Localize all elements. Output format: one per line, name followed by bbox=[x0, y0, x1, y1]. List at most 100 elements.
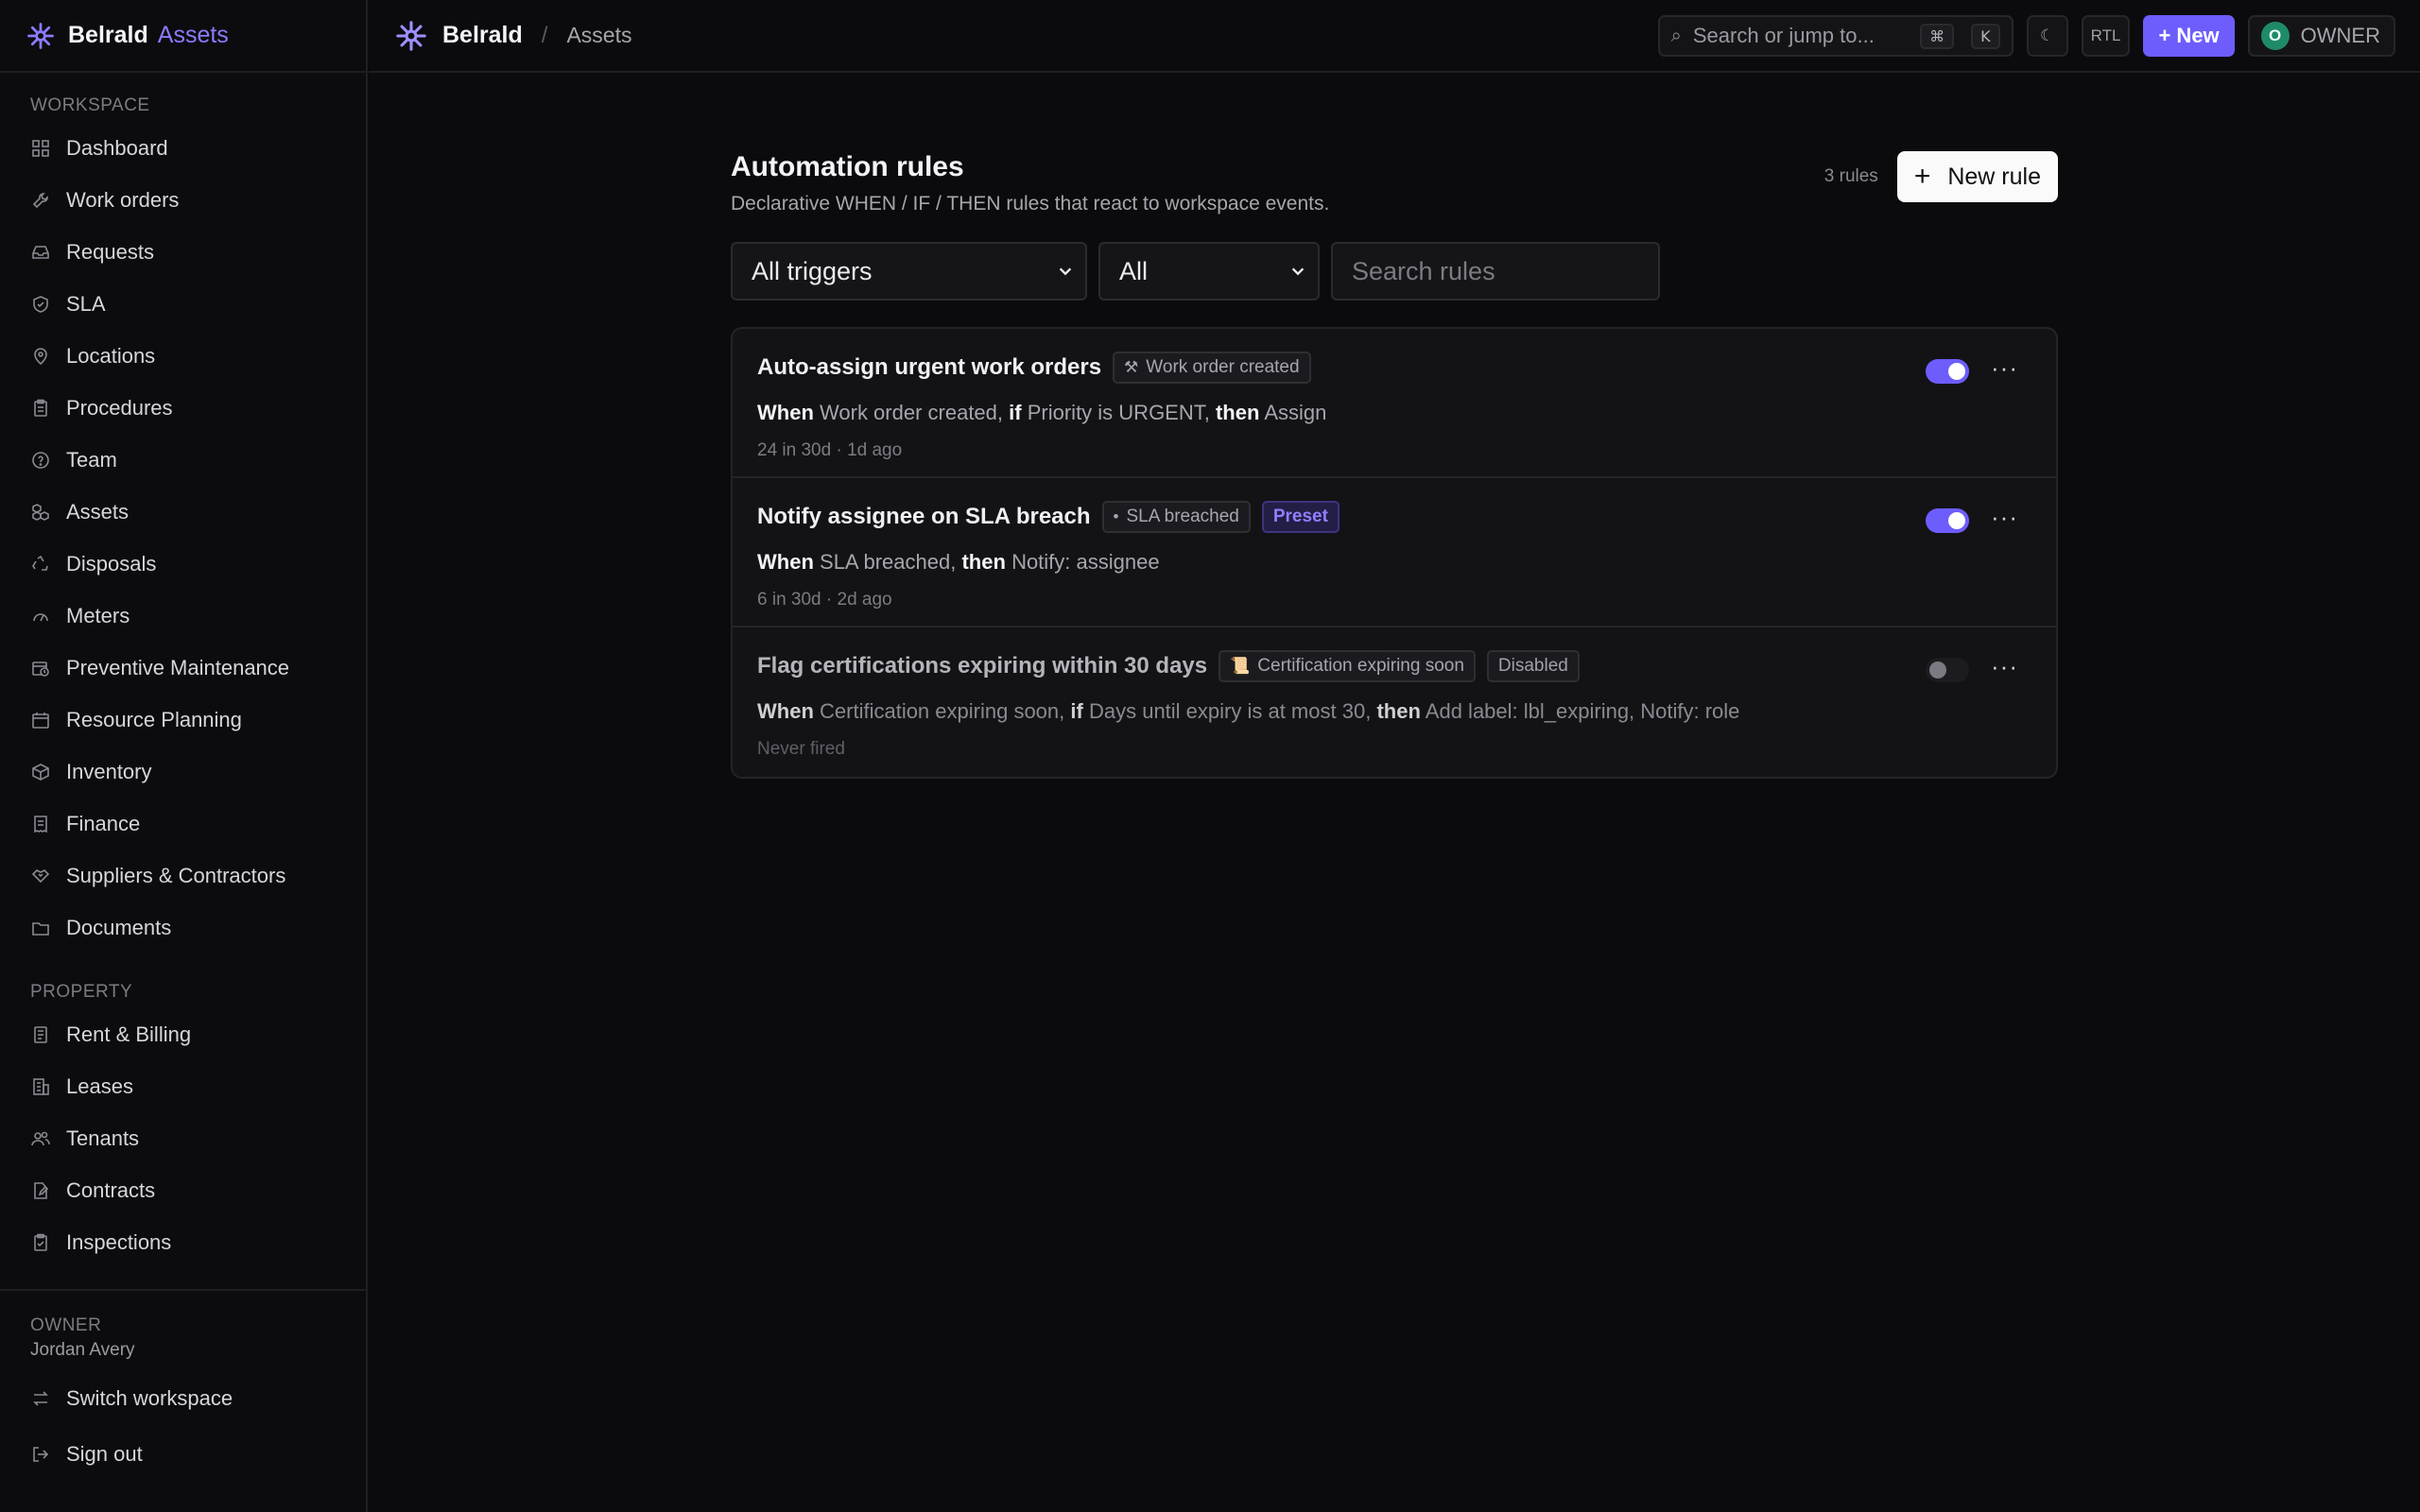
more-options-icon[interactable]: ··· bbox=[1991, 505, 2018, 529]
rule-enabled-toggle[interactable] bbox=[1926, 359, 1969, 384]
when-keyword: When bbox=[757, 401, 814, 424]
sidebar-item-team[interactable]: Team bbox=[0, 434, 366, 486]
breadcrumb-separator: / bbox=[541, 22, 548, 48]
sidebar-item-label: Leases bbox=[66, 1074, 133, 1098]
rule-description: When SLA breached, then Notify: assignee bbox=[757, 550, 2031, 575]
breadcrumb: Belrald / Assets bbox=[395, 20, 631, 52]
status-filter-value: All bbox=[1119, 256, 1149, 285]
user-name: Jordan Avery bbox=[30, 1340, 135, 1360]
sidebar-item-requests[interactable]: Requests bbox=[0, 226, 366, 278]
recycle-icon bbox=[30, 554, 51, 575]
sidebar-item-work-orders[interactable]: Work orders bbox=[0, 174, 366, 226]
then-keyword: then bbox=[961, 550, 1006, 574]
current-user: OWNER Jordan Avery bbox=[0, 1315, 366, 1361]
when-keyword: When bbox=[757, 550, 814, 574]
sidebar-item-sla[interactable]: SLA bbox=[0, 278, 366, 330]
sidebar-item-label: Meters bbox=[66, 603, 130, 627]
avatar: O bbox=[2260, 22, 2290, 50]
clipboard-check-icon bbox=[30, 1232, 51, 1253]
sidebar-item-inventory[interactable]: Inventory bbox=[0, 746, 366, 798]
trigger-label: Certification expiring soon bbox=[1257, 656, 1464, 676]
rule-stats: Never fired bbox=[757, 739, 845, 759]
sidebar-item-label: Contracts bbox=[66, 1177, 156, 1202]
rule-name[interactable]: Notify assignee on SLA breach bbox=[757, 504, 1091, 530]
sidebar-item-preventive-maintenance[interactable]: Preventive Maintenance bbox=[0, 642, 366, 694]
sidebar-item-disposals[interactable]: Disposals bbox=[0, 538, 366, 590]
sidebar-item-meters[interactable]: Meters bbox=[0, 590, 366, 642]
rule-enabled-toggle[interactable] bbox=[1926, 658, 1969, 682]
workspace-nav: Dashboard Work orders Requests SLA Locat… bbox=[0, 122, 366, 954]
status-filter-select[interactable]: All bbox=[1098, 242, 1320, 301]
rule-row[interactable]: Flag certifications expiring within 30 d… bbox=[733, 627, 2056, 777]
sidebar-item-dashboard[interactable]: Dashboard bbox=[0, 122, 366, 174]
sidebar-item-label: Requests bbox=[66, 239, 154, 264]
rule-name[interactable]: Auto-assign urgent work orders bbox=[757, 354, 1101, 381]
log-out-icon bbox=[30, 1444, 51, 1465]
sign-out-button[interactable]: Sign out bbox=[0, 1428, 366, 1480]
global-search[interactable]: ⌕ Search or jump to... ⌘ K bbox=[1657, 15, 2014, 57]
if-keyword: if bbox=[1070, 699, 1083, 723]
sidebar-item-procedures[interactable]: Procedures bbox=[0, 382, 366, 434]
switch-workspace-button[interactable]: Switch workspace bbox=[0, 1372, 366, 1424]
sidebar-item-rent-billing[interactable]: Rent & Billing bbox=[0, 1008, 366, 1060]
receipt-icon bbox=[30, 814, 51, 834]
sign-out-label: Sign out bbox=[66, 1441, 143, 1466]
rule-enabled-toggle[interactable] bbox=[1926, 508, 1969, 533]
wrench-icon bbox=[30, 190, 51, 211]
more-options-icon[interactable]: ··· bbox=[1991, 654, 2018, 679]
new-rule-button[interactable]: + New rule bbox=[1896, 151, 2058, 202]
kbd-k: K bbox=[1971, 23, 2000, 49]
sidebar-item-documents[interactable]: Documents bbox=[0, 902, 366, 954]
building-icon bbox=[30, 1076, 51, 1097]
then-text: Assign bbox=[1264, 401, 1327, 424]
folder-icon bbox=[30, 918, 51, 938]
sidebar-item-contracts[interactable]: Contracts bbox=[0, 1164, 366, 1216]
rule-row[interactable]: Notify assignee on SLA breach • SLA brea… bbox=[733, 478, 2056, 627]
section-label-property: PROPERTY bbox=[30, 982, 133, 1002]
sidebar-item-tenants[interactable]: Tenants bbox=[0, 1112, 366, 1164]
sidebar-item-locations[interactable]: Locations bbox=[0, 330, 366, 382]
gauge-icon bbox=[30, 606, 51, 627]
rule-name[interactable]: Flag certifications expiring within 30 d… bbox=[757, 653, 1207, 679]
new-button[interactable]: + New bbox=[2143, 15, 2235, 57]
inbox-icon bbox=[30, 242, 51, 263]
sidebar-item-inspections[interactable]: Inspections bbox=[0, 1216, 366, 1268]
sidebar-item-assets[interactable]: Assets bbox=[0, 486, 366, 538]
hammer-icon: ⚒ bbox=[1124, 358, 1139, 376]
page-subtitle: Declarative WHEN / IF / THEN rules that … bbox=[731, 193, 1330, 215]
trigger-chip: ⚒ Work order created bbox=[1113, 352, 1311, 384]
header-actions: 3 rules + New rule bbox=[1824, 151, 2058, 202]
topbar-actions: ⌕ Search or jump to... ⌘ K ☾ RTL + New O… bbox=[1657, 15, 2395, 57]
package-icon bbox=[30, 762, 51, 782]
sidebar-item-label: Work orders bbox=[66, 187, 180, 212]
users-icon bbox=[30, 1128, 51, 1149]
breadcrumb-org[interactable]: Belrald bbox=[442, 22, 523, 49]
account-menu-button[interactable]: O OWNER bbox=[2247, 15, 2395, 57]
then-keyword: then bbox=[1376, 699, 1421, 723]
kbd-cmd: ⌘ bbox=[1920, 23, 1955, 49]
disabled-badge: Disabled bbox=[1486, 650, 1580, 682]
toggle-knob bbox=[1929, 662, 1946, 679]
search-rules-input[interactable]: Search rules bbox=[1331, 242, 1660, 301]
sidebar-item-label: Dashboard bbox=[66, 135, 168, 160]
sidebar-item-suppliers-contractors[interactable]: Suppliers & Contractors bbox=[0, 850, 366, 902]
boxes-icon bbox=[30, 502, 51, 523]
dot-icon: • bbox=[1113, 507, 1119, 525]
toggle-knob bbox=[1948, 363, 1965, 380]
sidebar-item-label: Inspections bbox=[66, 1229, 172, 1254]
more-options-icon[interactable]: ··· bbox=[1991, 355, 2018, 380]
sidebar-item-leases[interactable]: Leases bbox=[0, 1060, 366, 1112]
rtl-toggle-button[interactable]: RTL bbox=[2081, 15, 2131, 57]
then-keyword: then bbox=[1215, 401, 1260, 424]
page-title: Automation rules bbox=[731, 151, 964, 182]
sidebar-item-finance[interactable]: Finance bbox=[0, 798, 366, 850]
brand[interactable]: Belrald Assets bbox=[0, 0, 366, 73]
trigger-filter-select[interactable]: All triggers bbox=[731, 242, 1087, 301]
account-role: OWNER bbox=[2300, 24, 2380, 47]
sidebar-item-resource-planning[interactable]: Resource Planning bbox=[0, 694, 366, 746]
handshake-icon bbox=[30, 866, 51, 886]
breadcrumb-page[interactable]: Assets bbox=[566, 23, 631, 48]
theme-toggle-button[interactable]: ☾ bbox=[2026, 15, 2068, 57]
rule-stats: 24 in 30d · 1d ago bbox=[757, 440, 903, 460]
rule-row[interactable]: Auto-assign urgent work orders ⚒ Work or… bbox=[733, 329, 2056, 478]
